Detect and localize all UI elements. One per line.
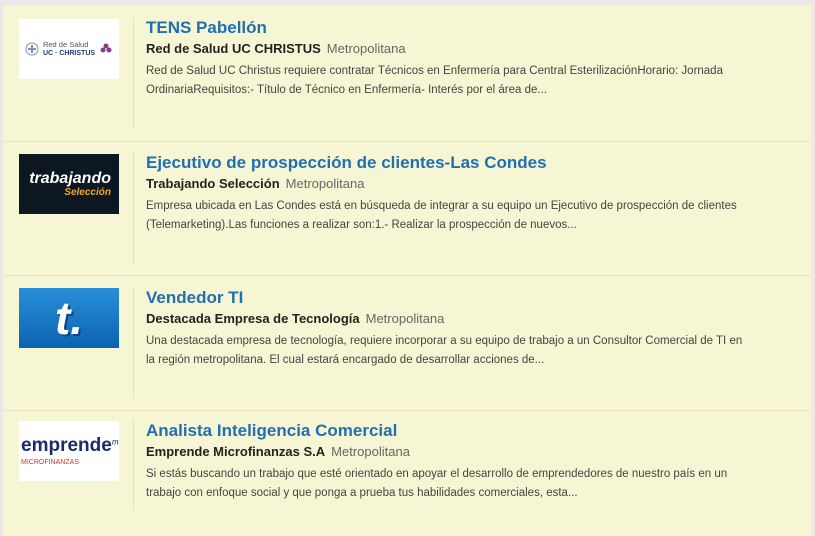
job-title-link[interactable]: TENS Pabellón — [146, 18, 746, 38]
job-description: Una destacada empresa de tecnología, req… — [146, 335, 743, 366]
company-name: Destacada Empresa de Tecnología — [146, 311, 360, 326]
company-name: Trabajando Selección — [146, 176, 280, 191]
logo-text-line1: Red de Salud — [42, 40, 89, 49]
job-listing[interactable]: t. Vendedor TI Destacada Empresa de Tecn… — [3, 276, 811, 411]
job-region: Metropolitana — [365, 311, 445, 326]
divider — [133, 286, 134, 398]
company-logo-tecnologia[interactable]: t. — [19, 288, 119, 348]
logo-sup: mf — [111, 437, 119, 447]
job-region: Metropolitana — [285, 176, 365, 191]
job-title-link[interactable]: Vendedor TI — [146, 288, 746, 308]
company-logo-emprende[interactable]: emprendemf MICROFINANZAS — [19, 421, 119, 481]
company-logo-red-salud-uc-christus[interactable]: Red de Salud UC · CHRISTUS — [19, 19, 119, 79]
job-region: Metropolitana — [326, 41, 406, 56]
job-meta: Emprende Microfinanzas S.A Metropolitana — [146, 444, 746, 460]
divider — [133, 18, 134, 130]
job-meta: Destacada Empresa de Tecnología Metropoli… — [146, 311, 746, 327]
job-region: Metropolitana — [331, 444, 410, 459]
job-listing[interactable]: emprendemf MICROFINANZAS Analista Inteli… — [3, 411, 811, 536]
job-content: Analista Inteligencia Comercial Emprende… — [146, 421, 746, 503]
job-content: Ejecutivo de prospección de clientes-Las… — [146, 153, 746, 235]
logo-text-line2: UC · CHRISTUS — [42, 50, 96, 57]
job-title-link[interactable]: Ejecutivo de prospección de clientes-Las… — [146, 153, 746, 173]
logo-text-line2: MICROFINANZAS — [21, 458, 79, 466]
job-list-panel: Red de Salud UC · CHRISTUS TENS Pabellón… — [3, 6, 811, 536]
logo-text-line1: emprende — [21, 434, 112, 456]
job-description: Si estás buscando un trabajo que esté or… — [146, 468, 728, 499]
job-listing[interactable]: Red de Salud UC · CHRISTUS TENS Pabellón… — [3, 6, 811, 142]
christus-flower-icon — [100, 43, 112, 53]
job-content: TENS Pabellón Red de Salud UC CHRISTUS Me… — [146, 18, 746, 100]
job-meta: Red de Salud UC CHRISTUS Metropolitana — [146, 41, 746, 57]
job-title-link[interactable]: Analista Inteligencia Comercial — [146, 421, 746, 441]
company-name: Red de Salud UC CHRISTUS — [146, 41, 321, 56]
divider — [133, 419, 134, 511]
job-description: Red de Salud UC Christus requiere contra… — [146, 65, 723, 96]
job-content: Vendedor TI Destacada Empresa de Tecnolo… — [146, 288, 746, 370]
uc-christus-emblem-icon — [25, 42, 39, 56]
job-meta: Trabajando Selección Metropolitana — [146, 176, 746, 192]
company-logo-trabajando[interactable]: trabajando Selección — [19, 154, 119, 214]
company-name: Emprende Microfinanzas S.A — [146, 444, 326, 459]
job-description: Empresa ubicada en Las Condes está en bú… — [146, 200, 737, 231]
logo-t-letter: t. — [54, 292, 84, 344]
logo-text-line2: Selección — [64, 186, 111, 198]
job-listing[interactable]: trabajando Selección Ejecutivo de prospe… — [3, 142, 811, 276]
logo-text-line1: trabajando — [29, 169, 111, 187]
divider — [133, 152, 134, 264]
